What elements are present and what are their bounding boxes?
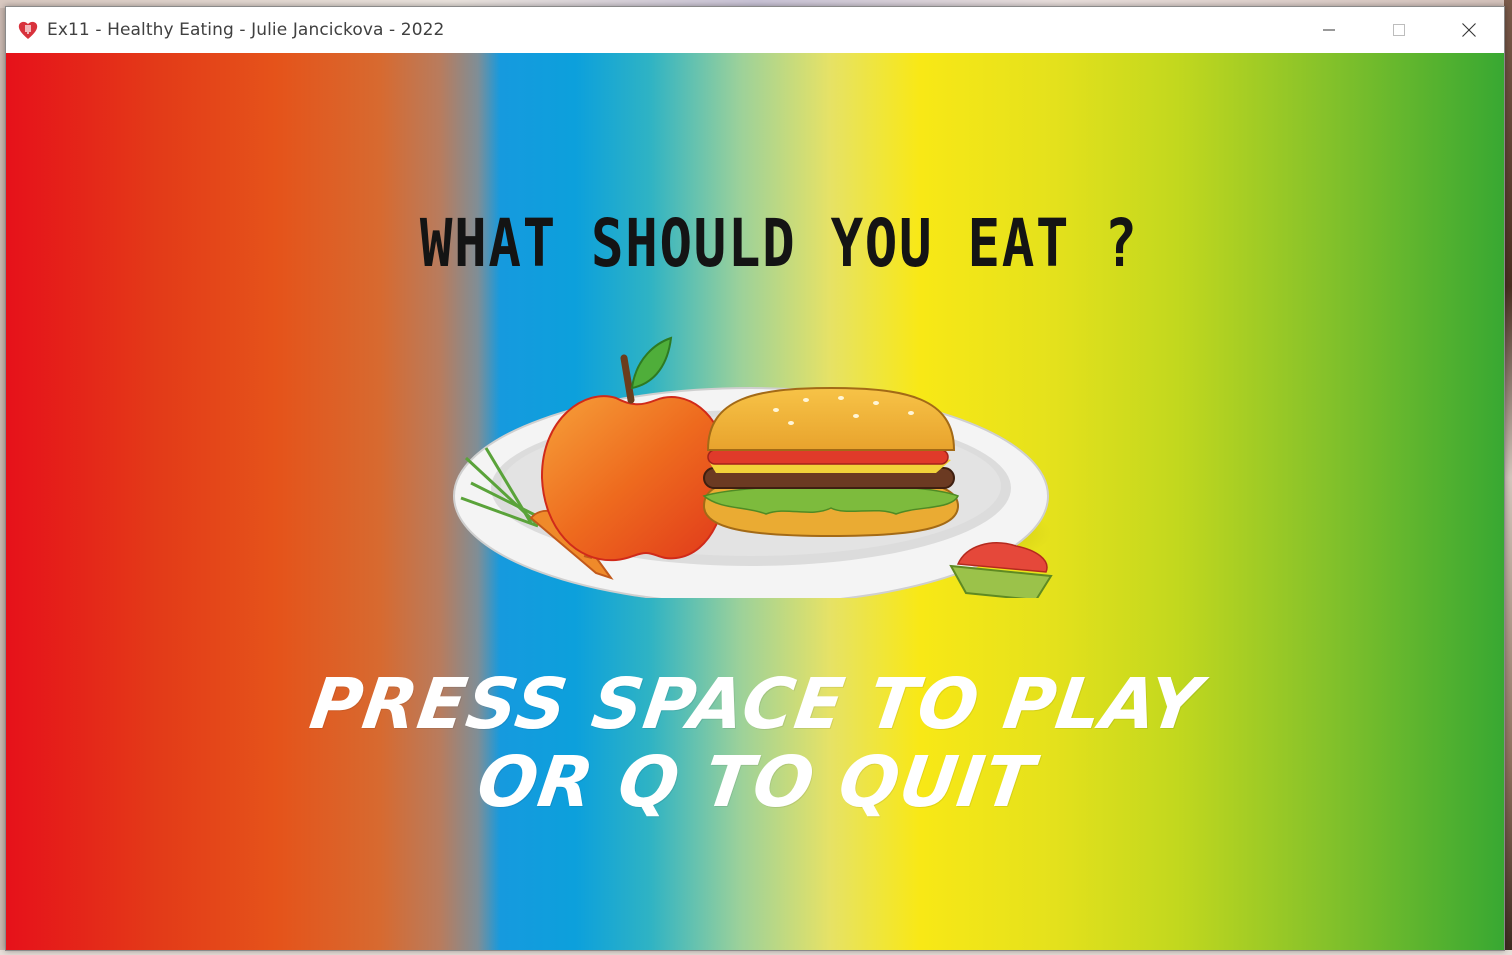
window-controls — [1294, 7, 1504, 53]
maximize-button[interactable] — [1364, 7, 1434, 53]
close-button[interactable] — [1434, 7, 1504, 53]
burger — [702, 386, 960, 538]
apple-stem — [620, 354, 635, 404]
window-title: Ex11 - Healthy Eating - Julie Jancickova… — [47, 20, 445, 40]
apple — [540, 395, 728, 562]
food-plate-illustration — [453, 336, 1053, 598]
minimize-icon — [1323, 29, 1335, 31]
heart-icon — [17, 19, 39, 41]
minimize-button[interactable] — [1294, 7, 1364, 53]
apple-leaf — [630, 336, 673, 390]
close-icon — [1462, 23, 1476, 37]
game-canvas[interactable]: WHAT SHOULD YOU EAT ? PRESS SPACE TO PLA… — [6, 53, 1504, 950]
headline: WHAT SHOULD YOU EAT ? — [419, 205, 1139, 282]
cta-quit-line: OR Q TO QUIT — [472, 741, 1040, 823]
title-bar[interactable]: Ex11 - Healthy Eating - Julie Jancickova… — [6, 7, 1504, 53]
game-window: Ex11 - Healthy Eating - Julie Jancickova… — [5, 6, 1505, 951]
maximize-icon — [1393, 24, 1405, 36]
cta-play-line: PRESS SPACE TO PLAY — [305, 663, 1207, 745]
start-instructions: PRESS SPACE TO PLAY OR Q TO QUIT — [305, 663, 1206, 823]
desktop-background-right — [1504, 0, 1512, 955]
